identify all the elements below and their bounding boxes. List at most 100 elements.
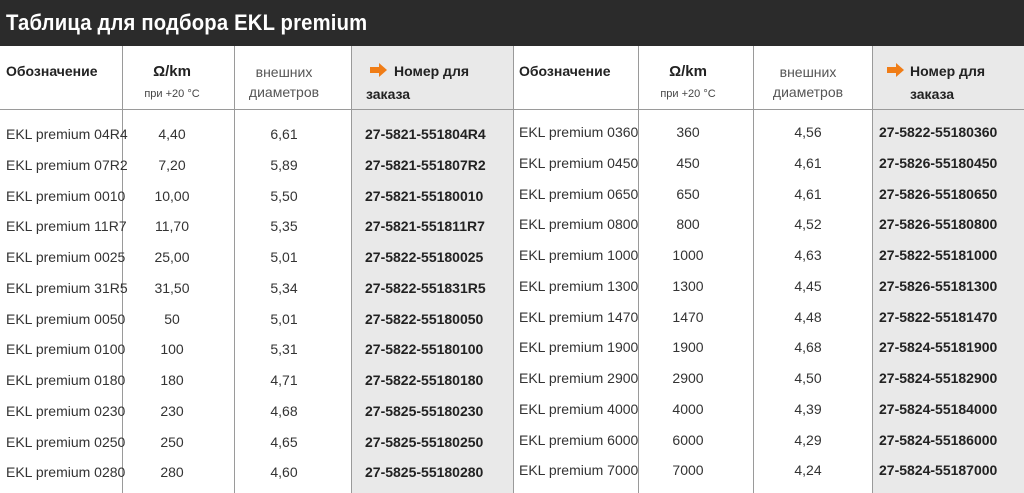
cell-diameter: 4,45	[794, 277, 822, 294]
table-left: Обозначение Ω/km при +20 °C внешних диам…	[0, 46, 513, 493]
header-designation: Обозначение	[6, 63, 98, 79]
cell-order-number: 27-5825-55180250	[365, 433, 484, 450]
cell-diameter: 4,65	[270, 433, 298, 450]
cell-designation: EKL premium 0025	[6, 249, 126, 265]
cell-resistance: 100	[160, 341, 184, 358]
page-title: Таблица для подбора EKL premium	[6, 10, 368, 35]
table-row: EKL premium 0280 280 4,60 27-5825-55180280	[0, 457, 513, 488]
cell-diameter: 5,31	[270, 341, 298, 358]
header-order-2: заказа	[366, 86, 411, 102]
cell-designation: EKL premium 4000	[519, 400, 639, 417]
table-row: EKL premium 04R4 4,40 6,61 27-5821-551804R4	[0, 119, 513, 150]
cell-order-number: 27-5821-551807R2	[365, 156, 486, 173]
table-row: EKL premium 0010 10,00 5,50 27-5821-5518001…	[0, 181, 513, 212]
cell-resistance: 1000	[672, 247, 704, 263]
header-order-1: Номер для	[394, 63, 470, 79]
cell-resistance: 11,70	[155, 218, 189, 235]
cell-resistance: 180	[160, 372, 184, 388]
cell-designation: EKL premium 0100	[6, 341, 126, 358]
cell-order-number: 27-5825-55180280	[365, 464, 484, 481]
cell-order-number: 27-5824-55181900	[879, 339, 998, 356]
cell-resistance: 7,20	[158, 156, 186, 173]
cell-resistance: 230	[160, 402, 184, 419]
cell-designation: EKL premium 31R5	[6, 279, 128, 296]
cell-order-number: 27-5824-55186000	[879, 431, 998, 448]
cell-order-number: 27-5826-55180450	[879, 154, 998, 171]
table-header: Обозначение Ω/km при +20 °C внешних диам…	[0, 46, 513, 110]
table-row: EKL premium 0360 360 4,56 27-5822-55180360	[513, 117, 1024, 148]
table-header: Обозначение Ω/km при +20 °C внешних диам…	[513, 46, 1024, 110]
cell-order-number: 27-5822-55180360	[879, 124, 998, 140]
cell-resistance: 360	[676, 124, 700, 140]
table-row: EKL premium 1470 1470 4,48 27-5822-55181470	[513, 302, 1024, 333]
cell-diameter: 4,68	[794, 339, 822, 356]
cell-diameter: 4,71	[270, 372, 298, 388]
cell-designation: EKL premium 0250	[6, 433, 126, 450]
cell-designation: EKL premium 0230	[6, 402, 126, 419]
table-row: EKL premium 0025 25,00 5,01 27-5822-5518002…	[0, 242, 513, 273]
cell-order-number: 27-5825-55180230	[365, 402, 484, 419]
cell-resistance: 4,40	[158, 126, 186, 142]
cell-designation: EKL premium 0010	[6, 187, 126, 204]
cell-designation: EKL premium 04R4	[6, 126, 128, 142]
cell-diameter: 5,89	[270, 156, 298, 173]
cell-designation: EKL premium 0050	[6, 310, 126, 327]
header-diameter-1: внешних	[255, 64, 313, 80]
table-row: EKL premium 0450 450 4,61 27-5826-55180450	[513, 148, 1024, 179]
table-row: EKL premium 11R7 11,70 5,35 27-5821-551811R…	[0, 211, 513, 242]
cell-order-number: 27-5822-55180050	[365, 310, 484, 327]
table-row: EKL premium 1900 1900 4,68 27-5824-55181900	[513, 332, 1024, 363]
header-diameter-2: диаметров	[248, 84, 320, 100]
table-row: EKL premium 0800 800 4,52 27-5826-55180800	[513, 209, 1024, 240]
cell-resistance: 250	[160, 433, 184, 450]
cell-order-number: 27-5822-55180180	[365, 372, 484, 388]
cell-resistance: 800	[676, 216, 700, 233]
cell-designation: EKL premium 0450	[519, 154, 639, 171]
cell-diameter: 4,52	[794, 216, 822, 233]
cell-diameter: 5,50	[270, 187, 298, 204]
cell-order-number: 27-5822-55180100	[365, 341, 484, 358]
table-row: EKL premium 0180 180 4,71 27-5822-55180180	[0, 365, 513, 396]
cell-designation: EKL premium 0800	[519, 216, 639, 233]
cell-resistance: 31,50	[154, 279, 190, 296]
cell-order-number: 27-5822-55181000	[879, 247, 998, 263]
cell-designation: EKL premium 6000	[519, 431, 639, 448]
table-row: EKL premium 2900 2900 4,50 27-5824-55182900	[513, 363, 1024, 394]
cell-designation: EKL premium 0360	[519, 124, 639, 140]
title-bar: Таблица для подбора EKL premium	[0, 0, 1024, 46]
cell-order-number: 27-5824-55187000	[879, 462, 998, 479]
header-resistance: Ω/km	[669, 63, 707, 80]
cell-diameter: 4,24	[794, 462, 822, 479]
table-row: EKL premium 1300 1300 4,45 27-5826-55181300	[513, 271, 1024, 302]
table-right: Обозначение Ω/km при +20 °C внешних диам…	[513, 46, 1024, 493]
cell-resistance: 7000	[672, 462, 704, 479]
table-row: EKL premium 31R5 31,50 5,34 27-5822-551831R…	[0, 273, 513, 304]
cell-resistance: 1300	[672, 277, 704, 294]
cell-resistance: 4000	[672, 400, 704, 417]
table-row: EKL premium 0100 100 5,31 27-5822-55180100	[0, 334, 513, 365]
table-row: EKL premium 0230 230 4,68 27-5825-55180230	[0, 396, 513, 427]
cell-designation: EKL premium 1000	[519, 247, 639, 263]
cell-resistance: 450	[676, 154, 700, 171]
header-diameter-2: диаметров	[772, 84, 844, 100]
cell-diameter: 4,61	[794, 185, 822, 202]
cell-designation: EKL premium 07R2	[6, 156, 128, 173]
cell-designation: EKL premium 1300	[519, 277, 639, 294]
header-resistance-note: при +20 °C	[660, 88, 716, 100]
cell-diameter: 4,50	[794, 370, 822, 386]
cell-order-number: 27-5821-55180010	[365, 187, 484, 204]
cell-order-number: 27-5826-55181300	[879, 277, 998, 294]
cell-designation: EKL premium 0650	[519, 185, 639, 202]
table-body: EKL premium 04R4 4,40 6,61 27-5821-551804R4…	[0, 119, 513, 488]
cell-diameter: 4,48	[794, 308, 822, 325]
cell-order-number: 27-5824-55184000	[879, 400, 998, 417]
cell-order-number: 27-5821-551811R7	[365, 218, 485, 235]
header-order-2: заказа	[910, 86, 955, 102]
cell-diameter: 4,63	[794, 247, 822, 263]
cell-resistance: 10,00	[154, 187, 190, 204]
table-row: EKL premium 4000 4000 4,39 27-5824-55184000	[513, 394, 1024, 425]
cell-diameter: 5,01	[270, 310, 298, 327]
cell-diameter: 4,68	[270, 402, 298, 419]
cell-resistance: 1470	[672, 308, 704, 325]
header-resistance: Ω/km	[153, 63, 191, 80]
